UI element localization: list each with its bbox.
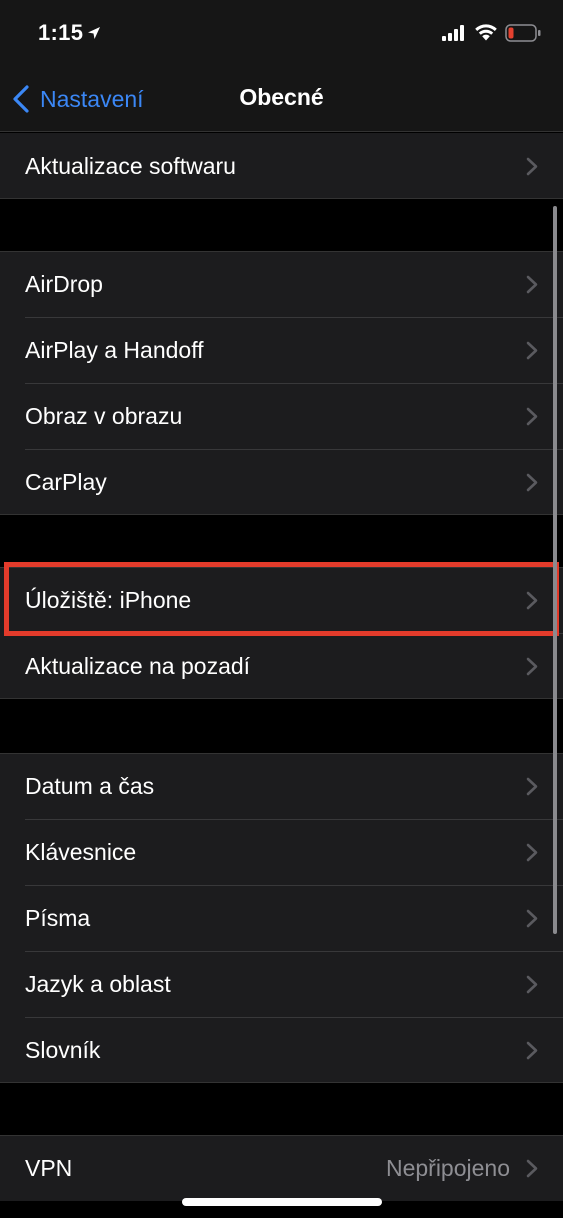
row-label: VPN: [25, 1154, 73, 1181]
chevron-right-icon: [526, 843, 538, 862]
settings-group-software: Aktualizace softwaru: [0, 133, 563, 199]
cellular-signal-icon: [442, 25, 464, 41]
chevron-right-icon: [526, 341, 538, 360]
settings-group-connectivity: AirDrop AirPlay a Handoff Obraz v obrazu…: [0, 251, 563, 515]
scroll-indicator[interactable]: [553, 206, 557, 934]
battery-low-icon: [505, 24, 541, 42]
wifi-icon: [475, 24, 497, 41]
chevron-right-icon: [526, 473, 538, 492]
row-iphone-storage[interactable]: Úložiště: iPhone: [0, 567, 563, 633]
chevron-right-icon: [526, 909, 538, 928]
chevron-right-icon: [526, 1159, 538, 1178]
row-label: Úložiště: iPhone: [25, 586, 192, 613]
chevron-right-icon: [526, 777, 538, 796]
navigation-bar: Nastavení Obecné: [0, 70, 563, 132]
row-airplay-handoff[interactable]: AirPlay a Handoff: [0, 317, 563, 383]
row-label: Slovník: [25, 1036, 101, 1063]
row-label: Datum a čas: [25, 772, 155, 799]
settings-group-storage: Úložiště: iPhone Aktualizace na pozadí: [0, 567, 563, 699]
row-label: Klávesnice: [25, 838, 137, 865]
row-label: AirPlay a Handoff: [25, 336, 204, 363]
status-bar: 1:15: [0, 0, 563, 70]
row-label: Aktualizace na pozadí: [25, 652, 251, 679]
row-software-update[interactable]: Aktualizace softwaru: [0, 133, 563, 199]
settings-group-regional: Datum a čas Klávesnice Písma Jazyk a obl…: [0, 753, 563, 1083]
row-language-region[interactable]: Jazyk a oblast: [0, 951, 563, 1017]
row-airdrop[interactable]: AirDrop: [0, 251, 563, 317]
row-carplay[interactable]: CarPlay: [0, 449, 563, 515]
chevron-right-icon: [526, 157, 538, 176]
row-label: Aktualizace softwaru: [25, 152, 236, 179]
status-time: 1:15: [38, 20, 84, 45]
chevron-right-icon: [526, 975, 538, 994]
row-vpn[interactable]: VPN Nepřipojeno: [0, 1135, 563, 1201]
row-label: AirDrop: [25, 270, 103, 297]
row-date-time[interactable]: Datum a čas: [0, 753, 563, 819]
location-arrow-icon: [88, 27, 100, 39]
row-label: Jazyk a oblast: [25, 970, 171, 997]
home-indicator[interactable]: [182, 1198, 382, 1206]
row-background-refresh[interactable]: Aktualizace na pozadí: [0, 633, 563, 699]
chevron-right-icon: [526, 407, 538, 426]
chevron-right-icon: [526, 275, 538, 294]
chevron-right-icon: [526, 1041, 538, 1060]
row-picture-in-picture[interactable]: Obraz v obrazu: [0, 383, 563, 449]
page-title: Obecné: [239, 84, 324, 110]
row-label: CarPlay: [25, 468, 107, 495]
chevron-right-icon: [526, 591, 538, 610]
row-dictionary[interactable]: Slovník: [0, 1017, 563, 1083]
chevron-right-icon: [526, 657, 538, 676]
row-label: Písma: [25, 904, 91, 931]
settings-group-vpn: VPN Nepřipojeno: [0, 1135, 563, 1201]
row-keyboard[interactable]: Klávesnice: [0, 819, 563, 885]
row-label: Obraz v obrazu: [25, 402, 183, 429]
vpn-status-value: Nepřipojeno: [385, 1154, 510, 1181]
row-fonts[interactable]: Písma: [0, 885, 563, 951]
